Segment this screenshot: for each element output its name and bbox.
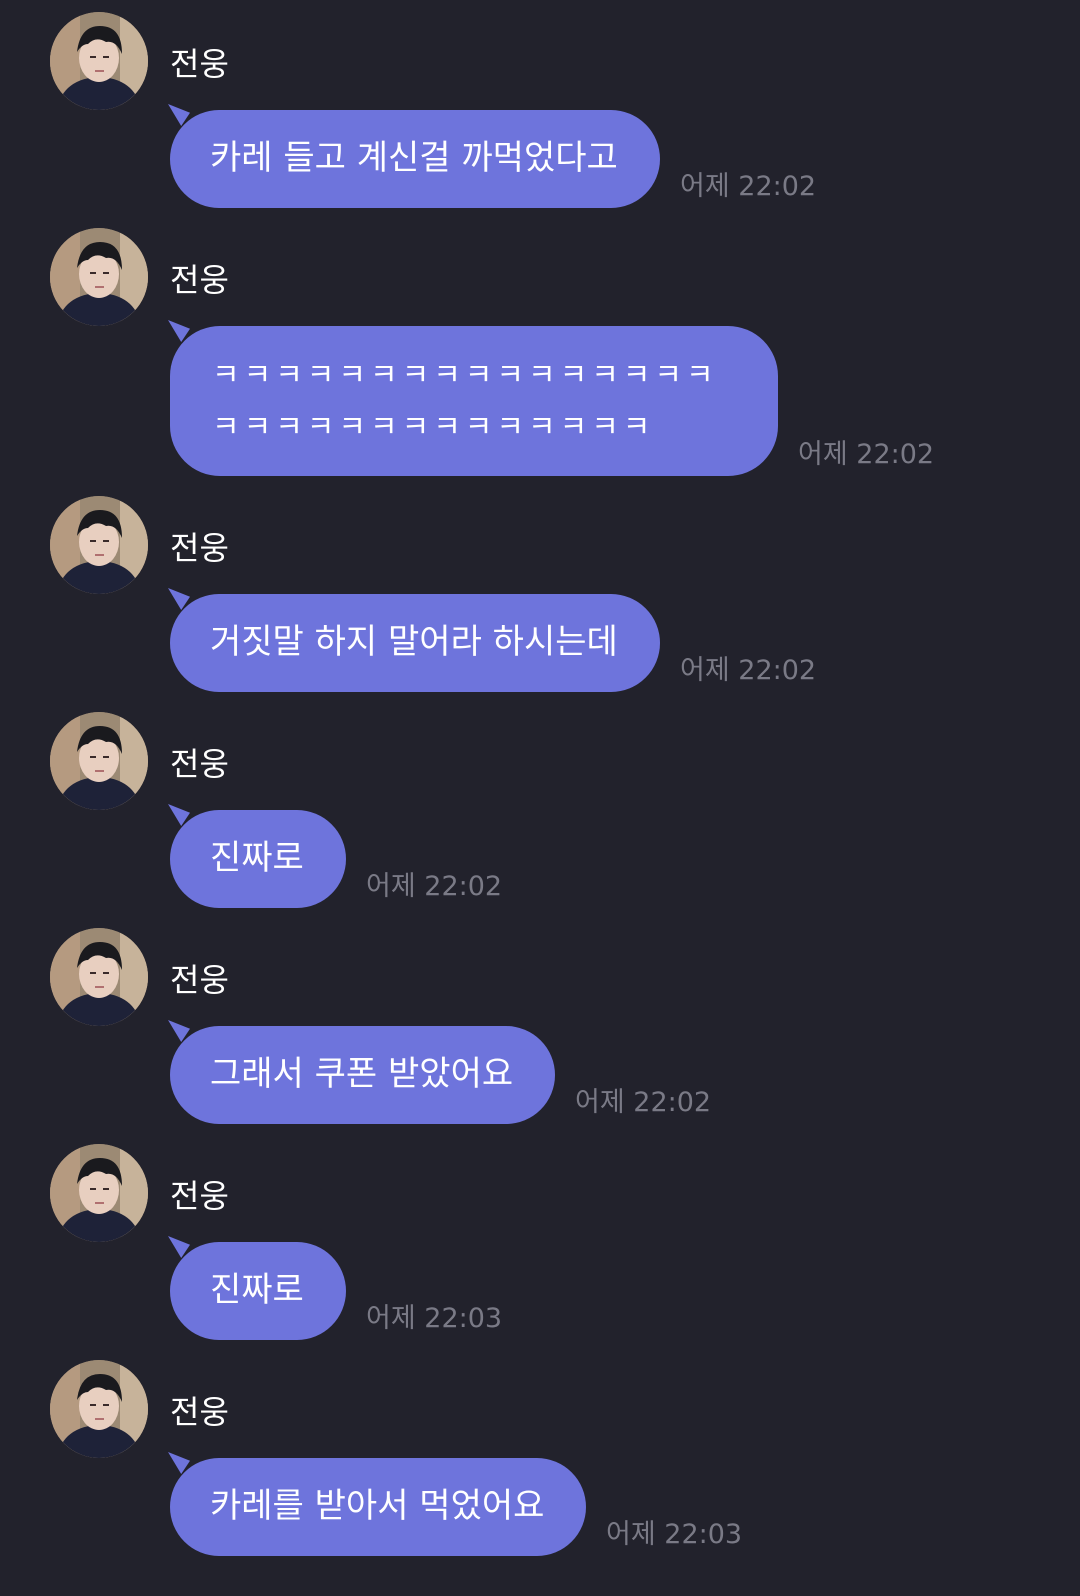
chat-message-list[interactable]: 전웅 카레 들고 계신걸 까먹었다고 어제 22:02 전웅 ㅋㅋㅋㅋㅋㅋㅋㅋㅋㅋㅋㅋㅋ… xyxy=(0,0,1080,1596)
bubble-tail xyxy=(168,1020,190,1042)
avatar[interactable] xyxy=(50,496,148,594)
avatar[interactable] xyxy=(50,712,148,810)
bubble-tail xyxy=(168,320,190,342)
message-timestamp: 어제 22:02 xyxy=(680,171,817,202)
bubble-tail xyxy=(168,588,190,610)
message-timestamp: 어제 22:02 xyxy=(798,439,935,470)
bubble-tail xyxy=(168,104,190,126)
message-text: 카레 들고 계신걸 까먹었다고 xyxy=(210,138,618,178)
avatar[interactable] xyxy=(50,1144,148,1242)
message-bubble[interactable]: 그래서 쿠폰 받았어요 xyxy=(168,1020,556,1124)
message-text: 진짜로 xyxy=(210,1270,304,1310)
bubble-tail xyxy=(168,804,190,826)
message-bubble[interactable]: ㅋㅋㅋㅋㅋㅋㅋㅋㅋㅋㅋㅋㅋㅋㅋㅋ ㅋㅋㅋㅋㅋㅋㅋㅋㅋㅋㅋㅋㅋㅋ xyxy=(168,320,778,476)
message-timestamp: 어제 22:03 xyxy=(366,1303,503,1334)
sender-name: 전웅 xyxy=(170,1393,229,1431)
message-bubble[interactable]: 카레를 받아서 먹었어요 xyxy=(168,1452,587,1556)
bubble-tail xyxy=(168,1452,190,1474)
message-bubble[interactable]: 카레 들고 계신걸 까먹었다고 xyxy=(168,104,660,208)
sender-name: 전웅 xyxy=(170,529,229,567)
bubble-tail xyxy=(168,1236,190,1258)
avatar[interactable] xyxy=(50,928,148,1026)
sender-name: 전웅 xyxy=(170,745,229,783)
message-bubble[interactable]: 거짓말 하지 말어라 하시는데 xyxy=(168,588,660,692)
message-text: 진짜로 xyxy=(210,838,304,878)
sender-name: 전웅 xyxy=(170,261,229,299)
message-bubble[interactable]: 진짜로 xyxy=(168,1236,346,1340)
message-timestamp: 어제 22:02 xyxy=(680,655,817,686)
message-text: 거짓말 하지 말어라 하시는데 xyxy=(210,622,618,662)
avatar[interactable] xyxy=(50,1360,148,1458)
message-timestamp: 어제 22:02 xyxy=(366,871,503,902)
sender-name: 전웅 xyxy=(170,1177,229,1215)
message-text: ㅋㅋㅋㅋㅋㅋㅋㅋㅋㅋㅋㅋㅋㅋㅋㅋ xyxy=(212,358,718,393)
message-text: 그래서 쿠폰 받았어요 xyxy=(210,1054,514,1094)
message-timestamp: 어제 22:02 xyxy=(575,1087,712,1118)
message-bubble[interactable]: 진짜로 xyxy=(168,804,346,908)
avatar[interactable] xyxy=(50,228,148,326)
sender-name: 전웅 xyxy=(170,45,229,83)
sender-name: 전웅 xyxy=(170,961,229,999)
message-text: 카레를 받아서 먹었어요 xyxy=(210,1486,545,1526)
message-text: ㅋㅋㅋㅋㅋㅋㅋㅋㅋㅋㅋㅋㅋㅋ xyxy=(212,410,655,445)
message-timestamp: 어제 22:03 xyxy=(606,1519,743,1550)
avatar[interactable] xyxy=(50,12,148,110)
